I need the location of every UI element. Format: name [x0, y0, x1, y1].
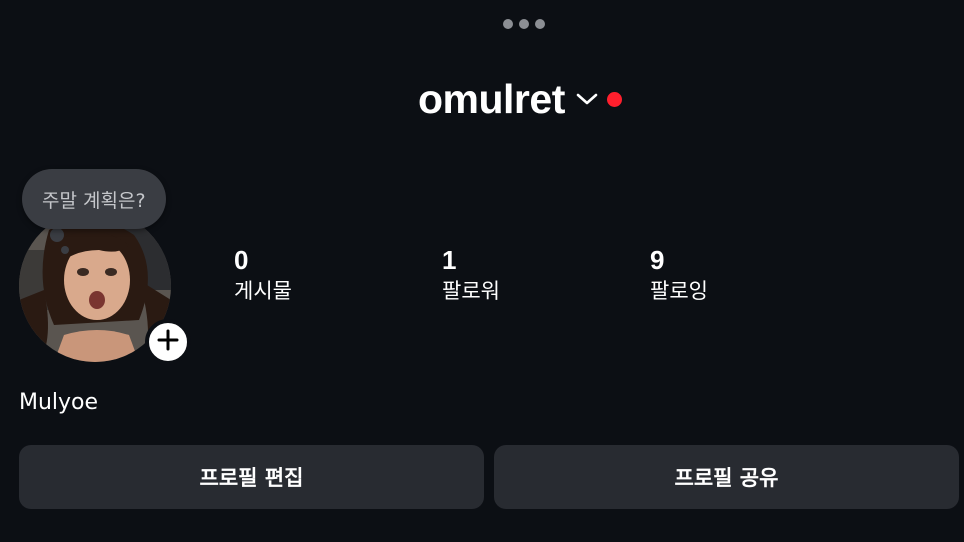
posts-count: 0: [234, 245, 249, 275]
stat-followers[interactable]: 1 팔로워: [442, 245, 500, 306]
profile-screen: omulret 주말 계획은? 0 게시물 1 팔로워 9 팔로잉 Mulyoe…: [0, 0, 964, 542]
notification-dot: [606, 91, 622, 107]
note-text: 주말 계획은?: [42, 189, 146, 212]
following-count: 9: [650, 245, 665, 275]
username[interactable]: omulret: [418, 74, 565, 124]
edit-profile-button[interactable]: 프로필 편집: [19, 445, 484, 509]
note-bubble[interactable]: 주말 계획은?: [22, 169, 166, 229]
share-profile-label: 프로필 공유: [674, 466, 779, 490]
more-dot: [503, 19, 513, 29]
display-name: Mulyoe: [19, 390, 99, 415]
followers-label: 팔로워: [442, 279, 500, 303]
posts-label: 게시물: [234, 279, 292, 303]
chevron-down-icon[interactable]: [575, 87, 599, 111]
note-bubble-tail: [61, 246, 69, 254]
following-label: 팔로잉: [650, 279, 708, 303]
plus-icon: [157, 329, 179, 355]
more-dot: [519, 19, 529, 29]
stat-following[interactable]: 9 팔로잉: [650, 245, 708, 306]
note-bubble-tail: [50, 228, 64, 242]
avatar-container: [19, 210, 191, 365]
edit-profile-label: 프로필 편집: [199, 466, 304, 490]
stat-posts[interactable]: 0 게시물: [234, 245, 292, 306]
add-story-button[interactable]: [145, 319, 191, 365]
followers-count: 1: [442, 245, 457, 275]
share-profile-button[interactable]: 프로필 공유: [494, 445, 959, 509]
more-options-button[interactable]: [503, 18, 549, 30]
account-switcher[interactable]: omulret: [418, 74, 622, 124]
more-dot: [535, 19, 545, 29]
